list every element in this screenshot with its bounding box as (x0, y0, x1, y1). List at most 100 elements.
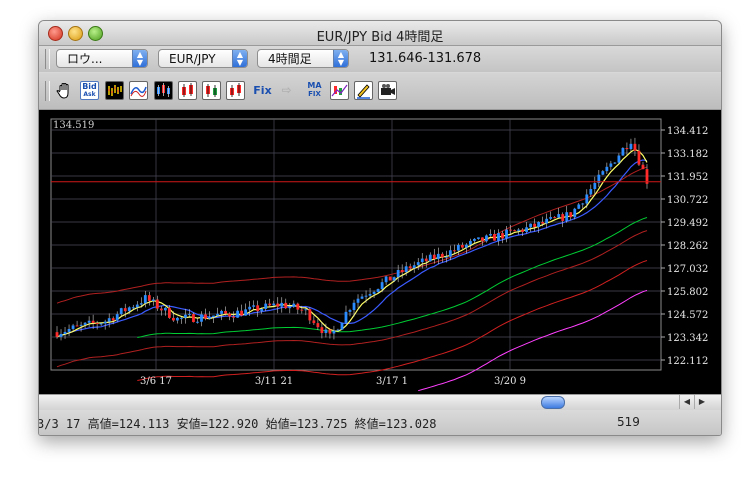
candle-body (304, 309, 308, 311)
candle-body (248, 306, 252, 310)
price-chart[interactable]: 134.519 134.412 133.182 131.952 130.722 129.… (39, 110, 721, 394)
candle-body (533, 223, 537, 228)
candle-body (408, 266, 412, 269)
bid-label: Bid (82, 82, 97, 91)
candle-mixed-icon[interactable] (202, 81, 221, 100)
candle-body (163, 307, 167, 311)
candle-body (340, 322, 344, 330)
indicator-icon[interactable] (330, 81, 349, 100)
candle-body (95, 323, 99, 325)
popup-arrows-icon: ▲ ▼ (232, 50, 247, 67)
candle-body (288, 306, 292, 309)
candle-body (107, 318, 111, 322)
candle-body (91, 320, 95, 324)
hand-tool-icon[interactable] (55, 81, 74, 100)
candle-body (601, 171, 605, 175)
candle-body (212, 315, 215, 318)
horizontal-scrollbar[interactable]: ◀ ▶ (39, 394, 721, 410)
y-tick-label: 125.802 (667, 287, 708, 298)
fix-icon[interactable]: Fix (253, 81, 272, 100)
tools-toolbar: Bid Ask Fix ⇨ MA FIX (39, 73, 721, 110)
candle-body (159, 308, 163, 311)
candle-body (521, 229, 524, 232)
y-tick-label: 128.262 (667, 241, 708, 252)
y-tick-label: 122.112 (667, 356, 708, 367)
y-tick-label: 127.032 (667, 264, 708, 275)
currency-pair-popup[interactable]: EUR/JPY ▲ ▼ (158, 49, 248, 68)
title-bar[interactable]: EUR/JPY Bid 4時間足 (39, 21, 721, 46)
x-tick-label: 3/20 9 (494, 376, 526, 387)
line-chart-icon[interactable] (129, 81, 148, 100)
candle-body (208, 317, 211, 319)
candle-body (641, 164, 645, 170)
candle-body (432, 254, 436, 260)
candle-body (155, 299, 159, 309)
candle-body (151, 299, 155, 301)
candle-body (147, 295, 151, 301)
candle-body (284, 302, 288, 309)
candle-body (412, 265, 416, 269)
period-popup[interactable]: 4時間足 ▲ ▼ (257, 49, 349, 68)
toolbar-grip (45, 81, 50, 101)
scroll-right-arrow-icon[interactable]: ▶ (694, 395, 709, 409)
candle-body (585, 194, 589, 204)
candle-body (621, 147, 625, 156)
candle-body (348, 310, 352, 312)
y-tick-label: 123.342 (667, 333, 708, 344)
bid-ask-icon[interactable]: Bid Ask (80, 81, 99, 100)
candle-body (633, 143, 637, 151)
candle-body (360, 296, 364, 299)
y-tick-label: 124.572 (667, 310, 708, 321)
pencil-draw-icon[interactable] (354, 81, 373, 100)
candle-body (127, 307, 131, 312)
candle-body (228, 313, 231, 317)
x-tick-label: 3/6 17 (140, 376, 172, 387)
candle-body (388, 276, 392, 281)
scroll-left-arrow-icon[interactable]: ◀ (679, 395, 694, 409)
currency-pair-label: EUR/JPY (169, 52, 216, 66)
candlestick-icon[interactable] (154, 81, 173, 100)
y-tick-label: 131.952 (667, 172, 708, 183)
candle-body (336, 329, 340, 331)
fix-sub-label: FIX (308, 90, 321, 98)
candle-body (296, 303, 300, 310)
y-tick-label: 133.182 (667, 149, 708, 160)
candle-body (404, 266, 408, 273)
chart-canvas[interactable]: 134.519 134.412 133.182 131.952 130.722 129.… (39, 110, 721, 394)
scroll-thumb[interactable] (541, 396, 565, 409)
candle-body (473, 238, 476, 241)
candle-body (629, 143, 633, 150)
candle-body (617, 155, 621, 163)
candle-body (637, 150, 641, 165)
account-popup[interactable]: ロウ... ▲ ▼ (56, 49, 148, 68)
candle-body (368, 294, 372, 296)
camera-icon[interactable] (378, 81, 397, 100)
ma-label: MA (307, 81, 322, 90)
candle-body (489, 233, 492, 236)
candle-body (400, 269, 404, 273)
x-tick-label: 3/11 21 (255, 376, 293, 387)
candle-red-icon[interactable] (178, 81, 197, 100)
y-tick-label: 129.492 (667, 218, 708, 229)
candle-body (561, 214, 565, 221)
candle-body (200, 314, 203, 322)
candle-body (525, 227, 528, 232)
candle-red-green-icon[interactable] (226, 81, 245, 100)
candle-body (180, 317, 183, 319)
bar-chart-icon[interactable] (105, 81, 124, 100)
candle-body (256, 305, 260, 312)
top-left-price-label: 134.519 (53, 120, 94, 131)
plot-frame (50, 118, 662, 371)
candle-body (320, 327, 324, 334)
ma-fix-icon[interactable]: MA FIX (305, 81, 324, 100)
candle-body (376, 289, 380, 292)
candle-body (477, 237, 480, 239)
candle-body (384, 276, 388, 283)
candle-body (83, 322, 87, 325)
candle-body (392, 277, 396, 281)
chart-window: EUR/JPY Bid 4時間足 ロウ... ▲ ▼ EUR/JPY ▲ ▼ 4時間… (38, 20, 722, 436)
y-tick-label: 130.722 (667, 195, 708, 206)
candle-body (581, 203, 585, 205)
candle-body (196, 321, 199, 323)
candle-body (123, 308, 127, 312)
